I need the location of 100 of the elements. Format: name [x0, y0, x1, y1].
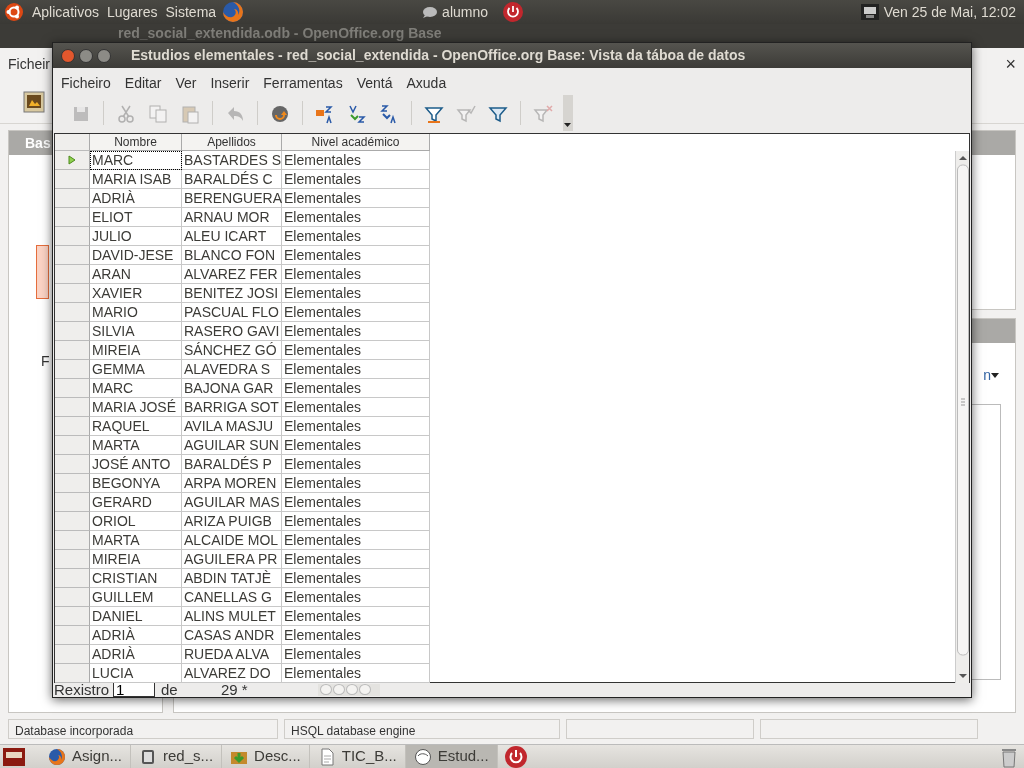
row-header[interactable]: [55, 208, 90, 227]
table-cell: ADRIÀ: [90, 626, 182, 645]
row-header[interactable]: [55, 588, 90, 607]
table-cell: Elementales: [282, 417, 430, 436]
ubuntu-logo-icon[interactable]: [4, 2, 24, 22]
table-cell: XAVIER: [90, 284, 182, 303]
row-header[interactable]: [55, 189, 90, 208]
row-header[interactable]: [55, 607, 90, 626]
menu-item[interactable]: Axuda: [406, 72, 447, 94]
table-cell: AGUILAR MAS: [182, 493, 282, 512]
previous-record-button[interactable]: [332, 684, 345, 695]
row-header[interactable]: [55, 284, 90, 303]
minimize-button[interactable]: [79, 48, 93, 63]
chat-icon[interactable]: [422, 6, 439, 18]
selected-item-highlight[interactable]: [36, 245, 49, 299]
row-header[interactable]: [55, 341, 90, 360]
panel-menu[interactable]: Aplicativos: [32, 1, 99, 23]
firefox-icon[interactable]: [222, 1, 245, 23]
power-icon[interactable]: [503, 744, 528, 768]
table-cell: Elementales: [282, 151, 430, 170]
table-cell: Elementales: [282, 227, 430, 246]
row-header[interactable]: [55, 455, 90, 474]
panel-menu[interactable]: Lugares: [106, 1, 158, 23]
row-header[interactable]: [55, 531, 90, 550]
cut-icon: [116, 104, 136, 124]
taskbar-button[interactable]: red_s...: [131, 744, 223, 768]
scrollbar[interactable]: [955, 151, 969, 683]
table-cell: ALAVEDRA S: [182, 360, 282, 379]
clock[interactable]: Ven 25 de Mai, 12:02: [883, 1, 1020, 23]
table-cell: ALINS MULET: [182, 607, 282, 626]
maximize-button[interactable]: [97, 48, 111, 63]
table-cell: Elementales: [282, 664, 430, 683]
save-icon: [71, 104, 91, 124]
menu-item[interactable]: Ficheir: [8, 53, 50, 75]
table-cell: Elementales: [282, 379, 430, 398]
first-record-button[interactable]: [319, 684, 332, 695]
table-cell: AGUILERA PR: [182, 550, 282, 569]
paste-icon: [180, 104, 200, 124]
table-cell: BLANCO FON: [182, 246, 282, 265]
row-header[interactable]: [55, 417, 90, 436]
menu-item[interactable]: Editar: [124, 72, 162, 94]
taskbar-button[interactable]: Desc...: [222, 744, 310, 768]
table-cell: ARIZA PUIGB: [182, 512, 282, 531]
menu-item[interactable]: Inserir: [210, 72, 250, 94]
row-header[interactable]: [55, 322, 90, 341]
copy-icon: [148, 104, 168, 124]
row-header[interactable]: [55, 227, 90, 246]
menu-item[interactable]: Ventá: [356, 72, 393, 94]
row-header[interactable]: [55, 360, 90, 379]
column-header[interactable]: Apellidos: [182, 134, 282, 151]
row-header[interactable]: [55, 151, 90, 170]
menu-item[interactable]: Ver: [175, 72, 197, 94]
table-cell: Elementales: [282, 265, 430, 284]
row-header[interactable]: [55, 265, 90, 284]
taskbar-button[interactable]: Estud...: [405, 744, 498, 768]
row-header[interactable]: [55, 493, 90, 512]
column-header[interactable]: Nombre: [90, 134, 182, 151]
row-header[interactable]: [55, 474, 90, 493]
power-icon[interactable]: [502, 1, 524, 23]
sort-descending-icon: [379, 104, 399, 124]
corner-cell: [55, 134, 90, 151]
section-label: F: [41, 352, 50, 371]
table-cell: ORIOL: [90, 512, 182, 531]
user-name[interactable]: alumno: [442, 1, 488, 23]
row-header[interactable]: [55, 550, 90, 569]
table-cell: MARIA ISAB: [90, 170, 182, 189]
dropdown-label: n: [983, 366, 991, 385]
panel-title: Bas: [25, 135, 51, 151]
row-header[interactable]: [55, 645, 90, 664]
row-header[interactable]: [55, 246, 90, 265]
menu-item[interactable]: Ficheiro: [61, 72, 111, 94]
record-label: Rexistro: [54, 683, 109, 697]
last-record-button[interactable]: [358, 684, 371, 695]
row-header[interactable]: [55, 512, 90, 531]
dropdown-arrow-icon[interactable]: [991, 373, 999, 378]
row-header[interactable]: [55, 436, 90, 455]
table-cell: Elementales: [282, 607, 430, 626]
next-record-button[interactable]: [345, 684, 358, 695]
show-desktop-icon[interactable]: [2, 745, 26, 768]
row-header[interactable]: [55, 170, 90, 189]
row-header[interactable]: [55, 626, 90, 645]
table-cell: SILVIA: [90, 322, 182, 341]
table-cell: JULIO: [90, 227, 182, 246]
row-header[interactable]: [55, 303, 90, 322]
row-header[interactable]: [55, 569, 90, 588]
picture-frame-icon[interactable]: [22, 89, 46, 114]
panel-menu[interactable]: Sistema: [165, 1, 217, 23]
close-button[interactable]: ×: [1005, 50, 1016, 78]
toolbar-overflow-button[interactable]: [563, 95, 573, 132]
menu-item[interactable]: Ferramentas: [263, 72, 343, 94]
row-header[interactable]: [55, 398, 90, 417]
close-button[interactable]: [61, 48, 75, 63]
row-header[interactable]: [55, 664, 90, 683]
row-header[interactable]: [55, 379, 90, 398]
table-cell: ADRIÀ: [90, 189, 182, 208]
taskbar-button[interactable]: Asign...: [40, 744, 132, 768]
record-number-field[interactable]: 1: [113, 683, 155, 697]
network-icon[interactable]: [859, 3, 880, 21]
taskbar-button[interactable]: TIC_B...: [309, 744, 406, 768]
column-header[interactable]: Nivel académico: [282, 134, 430, 151]
